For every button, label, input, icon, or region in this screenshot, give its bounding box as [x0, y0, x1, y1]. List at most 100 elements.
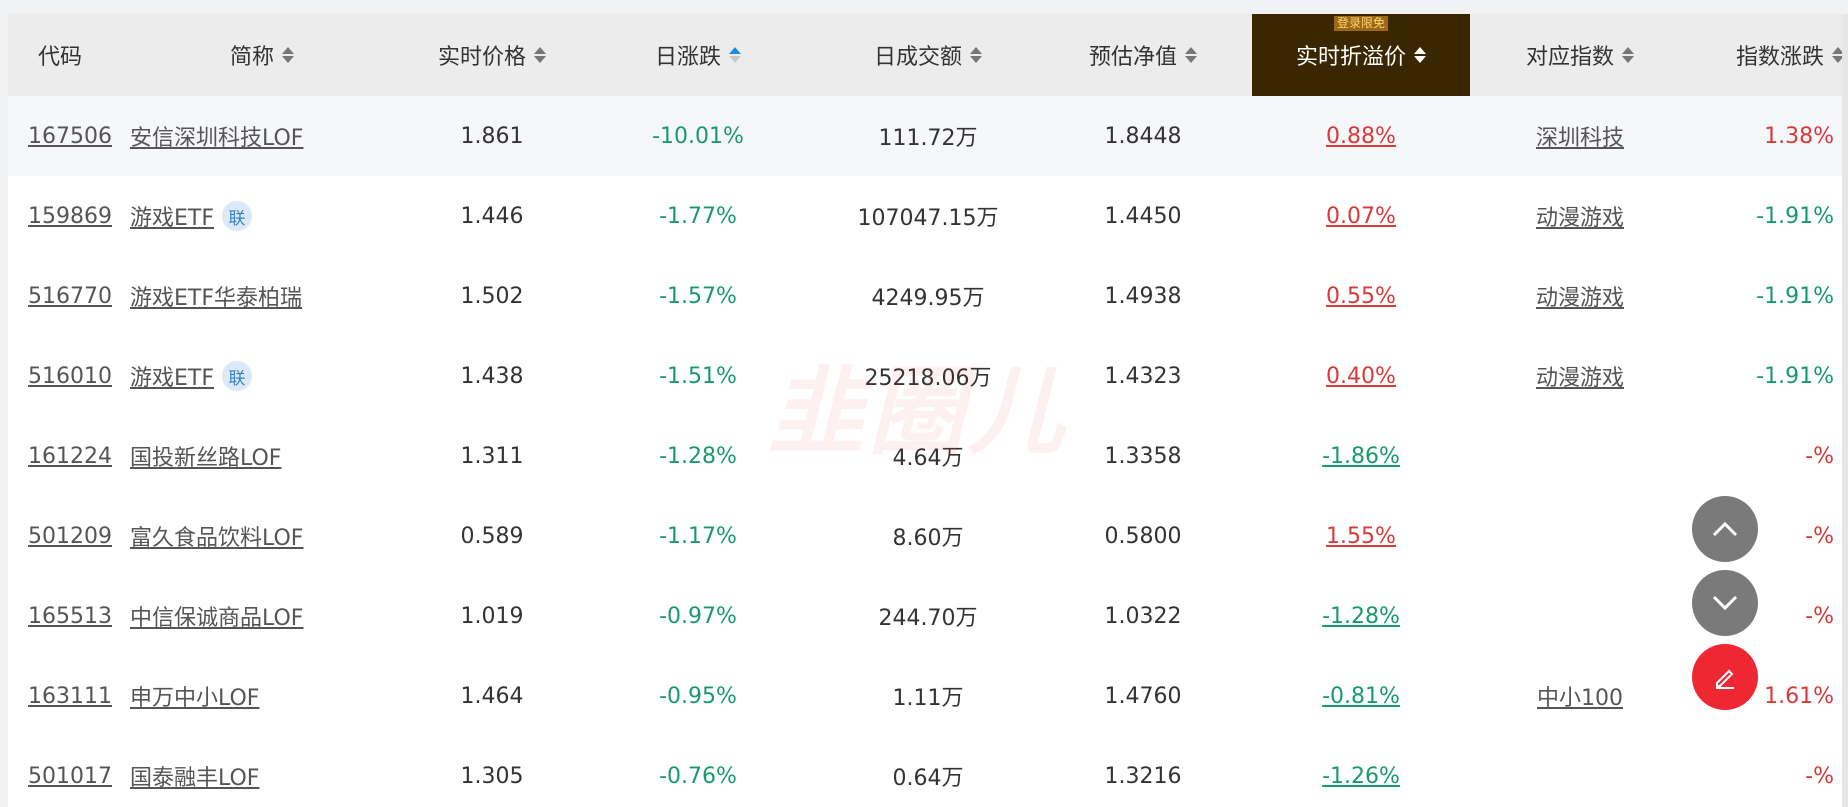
- change-cell: -0.97%: [608, 576, 788, 656]
- index-change-value: 1.38%: [1764, 123, 1834, 149]
- change-value: -1.51%: [659, 363, 737, 389]
- header-change[interactable]: 日涨跌: [608, 14, 788, 96]
- watermark-logo: 韭圈儿: [768, 356, 1068, 468]
- fund-code-link[interactable]: 159869: [28, 204, 112, 229]
- premium-link[interactable]: -1.26%: [1322, 764, 1400, 789]
- fund-name-link[interactable]: 国泰融丰LOF: [130, 760, 259, 792]
- header-nav[interactable]: 预估净值: [1048, 14, 1238, 96]
- fund-name-cell: 游戏ETF 联: [112, 336, 412, 416]
- change-cell: -0.76%: [608, 736, 788, 807]
- fund-code-link[interactable]: 161224: [28, 444, 112, 469]
- header-premium-label: 实时折溢价: [1295, 45, 1406, 70]
- premium-link[interactable]: 0.88%: [1326, 124, 1396, 149]
- scroll-up-button[interactable]: [1692, 496, 1758, 562]
- nav-value: 1.3216: [1104, 763, 1182, 789]
- header-volume[interactable]: 日成交额: [828, 14, 1028, 96]
- fund-name-cell: 国投新丝路LOF: [112, 416, 412, 496]
- premium-link[interactable]: 0.55%: [1326, 284, 1396, 309]
- index-link[interactable]: 动漫游戏: [1536, 200, 1624, 232]
- sort-icon[interactable]: [282, 46, 294, 64]
- sort-icon[interactable]: [1185, 46, 1197, 64]
- fund-name-link[interactable]: 富久食品饮料LOF: [130, 520, 303, 552]
- index-link[interactable]: 动漫游戏: [1536, 360, 1624, 392]
- table-row[interactable]: 501209 富久食品饮料LOF 0.589 -1.17% 8.60万 0.5800 1.5…: [8, 496, 1848, 577]
- fund-name-cell: 中信保诚商品LOF: [112, 576, 412, 656]
- price-cell: 1.311: [412, 416, 572, 496]
- fund-code-link[interactable]: 516770: [28, 284, 112, 309]
- sort-icon[interactable]: [1414, 46, 1426, 64]
- index-link[interactable]: 中小100: [1537, 680, 1623, 712]
- fund-name-link[interactable]: 申万中小LOF: [130, 680, 259, 712]
- header-index[interactable]: 对应指数: [1470, 14, 1690, 96]
- fund-code-link[interactable]: 516010: [28, 364, 112, 389]
- fund-table: 代码 简称 实时价格 日涨跌 日成交额 预估净值 登录限免 实时折溢价 对应指数: [8, 14, 1848, 807]
- fund-code-cell: 501017: [8, 736, 112, 807]
- premium-link[interactable]: -1.86%: [1322, 444, 1400, 469]
- premium-link[interactable]: 1.55%: [1326, 524, 1396, 549]
- table-row[interactable]: 516770 游戏ETF华泰柏瑞 1.502 -1.57% 4249.95万 1.4938…: [8, 256, 1848, 337]
- sort-icon[interactable]: [970, 46, 982, 64]
- nav-cell: 1.0322: [1048, 576, 1238, 656]
- fund-code-link[interactable]: 501209: [28, 524, 112, 549]
- change-cell: -1.77%: [608, 176, 788, 256]
- index-link[interactable]: 动漫游戏: [1536, 280, 1624, 312]
- premium-cell: -0.81%: [1252, 656, 1470, 736]
- fund-name-link[interactable]: 游戏ETF: [130, 200, 214, 232]
- sort-icon[interactable]: [534, 46, 546, 64]
- fund-name-link[interactable]: 国投新丝路LOF: [130, 440, 281, 472]
- volume-cell: 244.70万: [828, 576, 1028, 656]
- edit-button[interactable]: [1692, 644, 1758, 710]
- premium-link[interactable]: -1.28%: [1322, 604, 1400, 629]
- index-change-cell: -1.91%: [1690, 256, 1848, 336]
- header-price[interactable]: 实时价格: [412, 14, 572, 96]
- fund-name-cell: 申万中小LOF: [112, 656, 412, 736]
- fund-code-link[interactable]: 165513: [28, 604, 112, 629]
- premium-link[interactable]: -0.81%: [1322, 684, 1400, 709]
- premium-link[interactable]: 0.40%: [1326, 364, 1396, 389]
- price-cell: 1.438: [412, 336, 572, 416]
- fund-name-link[interactable]: 游戏ETF: [130, 360, 214, 392]
- premium-cell: 0.88%: [1252, 96, 1470, 176]
- sort-icon[interactable]: [1622, 46, 1634, 64]
- fund-name-link[interactable]: 中信保诚商品LOF: [130, 600, 303, 632]
- premium-cell: -1.86%: [1252, 416, 1470, 496]
- header-name[interactable]: 简称: [112, 14, 412, 96]
- nav-value: 1.4760: [1104, 683, 1182, 709]
- header-index-change[interactable]: 指数涨跌: [1690, 14, 1848, 96]
- fund-name-link[interactable]: 游戏ETF华泰柏瑞: [130, 280, 302, 312]
- header-volume-label: 日成交额: [873, 45, 962, 70]
- nav-cell: 1.4760: [1048, 656, 1238, 736]
- fund-code-link[interactable]: 501017: [28, 764, 112, 789]
- header-premium[interactable]: 登录限免 实时折溢价: [1252, 14, 1470, 96]
- nav-value: 1.0322: [1104, 603, 1182, 629]
- nav-cell: 1.3216: [1048, 736, 1238, 807]
- price-cell: 1.305: [412, 736, 572, 807]
- table-row[interactable]: 165513 中信保诚商品LOF 1.019 -0.97% 244.70万 1.0322 -…: [8, 576, 1848, 657]
- fund-name-cell: 游戏ETF 联: [112, 176, 412, 256]
- vertical-scrollbar[interactable]: [1842, 14, 1848, 807]
- fund-name-link[interactable]: 安信深圳科技LOF: [130, 120, 303, 152]
- table-row[interactable]: 167506 安信深圳科技LOF 1.861 -10.01% 111.72万 1.8448…: [8, 96, 1848, 177]
- sort-active-icon[interactable]: [729, 46, 741, 64]
- scroll-down-button[interactable]: [1692, 570, 1758, 636]
- nav-cell: 1.4938: [1048, 256, 1238, 336]
- fund-name-cell: 安信深圳科技LOF: [112, 96, 412, 176]
- table-row[interactable]: 163111 申万中小LOF 1.464 -0.95% 1.11万 1.4760 -0.81…: [8, 656, 1848, 737]
- price-value: 1.305: [460, 763, 524, 789]
- fund-code-link[interactable]: 163111: [28, 684, 112, 709]
- nav-cell: 1.8448: [1048, 96, 1238, 176]
- fund-code-cell: 163111: [8, 656, 112, 736]
- index-change-value: -1.91%: [1756, 363, 1834, 389]
- header-index-label: 对应指数: [1525, 45, 1614, 70]
- volume-cell: 8.60万: [828, 496, 1028, 576]
- index-change-value: 1.61%: [1764, 683, 1834, 709]
- premium-cell: -1.26%: [1252, 736, 1470, 807]
- index-change-value: -%: [1805, 523, 1834, 549]
- fund-code-link[interactable]: 167506: [28, 124, 112, 149]
- price-value: 1.311: [460, 443, 524, 469]
- premium-link[interactable]: 0.07%: [1326, 204, 1396, 229]
- table-row[interactable]: 501017 国泰融丰LOF 1.305 -0.76% 0.64万 1.3216 -1.26…: [8, 736, 1848, 807]
- table-row[interactable]: 159869 游戏ETF 联 1.446 -1.77% 107047.15万 1.4450 0…: [8, 176, 1848, 257]
- index-link[interactable]: 深圳科技: [1536, 120, 1624, 152]
- volume-value: 244.70万: [878, 606, 978, 631]
